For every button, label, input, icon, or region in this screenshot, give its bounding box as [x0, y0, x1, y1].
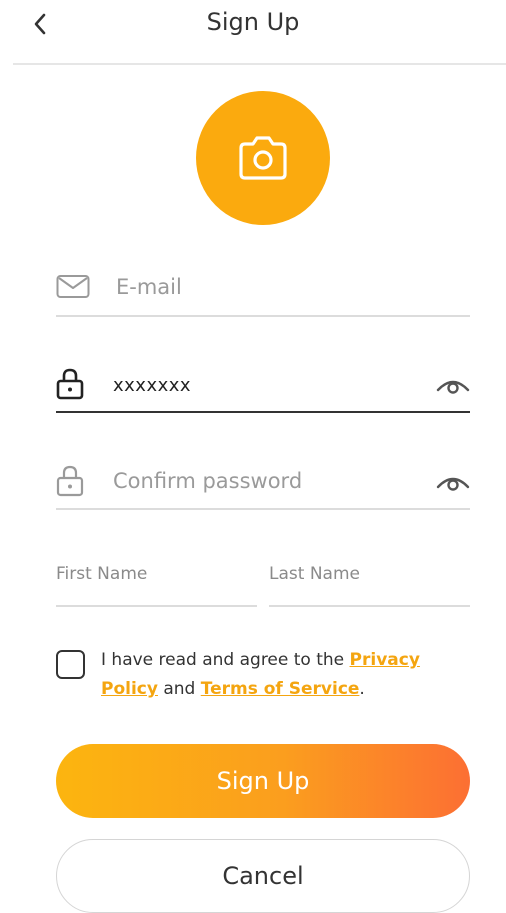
camera-icon: [239, 136, 287, 180]
agreement-text: I have read and agree to the Privacy Pol…: [101, 646, 471, 704]
sign-up-button[interactable]: Sign Up: [56, 744, 470, 818]
last-name-field-group: [269, 558, 470, 610]
confirm-password-field-group: [56, 455, 470, 513]
top-bar: Sign Up: [0, 0, 506, 65]
password-field-group: [56, 358, 470, 416]
header-divider: [13, 63, 506, 65]
email-underline: [56, 315, 470, 317]
agreement-suffix: .: [359, 679, 365, 699]
last-name-underline: [269, 605, 470, 607]
email-field-group: [56, 262, 470, 320]
eye-icon[interactable]: [436, 374, 470, 396]
mail-icon: [56, 275, 90, 298]
eye-icon[interactable]: [436, 471, 470, 493]
confirm-password-underline: [56, 508, 470, 510]
confirm-password-input[interactable]: [113, 466, 433, 496]
last-name-input[interactable]: [269, 560, 470, 588]
agreement-prefix: I have read and agree to the: [101, 650, 350, 670]
terms-of-service-link[interactable]: Terms of Service: [201, 679, 360, 699]
password-underline: [56, 411, 470, 413]
avatar-upload-button[interactable]: [196, 91, 330, 225]
first-name-underline: [56, 605, 257, 607]
agree-checkbox[interactable]: [56, 650, 85, 679]
first-name-field-group: [56, 558, 257, 610]
email-input[interactable]: [116, 272, 456, 302]
lock-icon: [56, 465, 84, 497]
first-name-input[interactable]: [56, 560, 257, 588]
password-input[interactable]: [113, 370, 433, 400]
agreement-middle: and: [157, 679, 201, 699]
cancel-button[interactable]: Cancel: [56, 839, 470, 913]
lock-icon: [56, 368, 84, 400]
page-title: Sign Up: [206, 8, 300, 36]
